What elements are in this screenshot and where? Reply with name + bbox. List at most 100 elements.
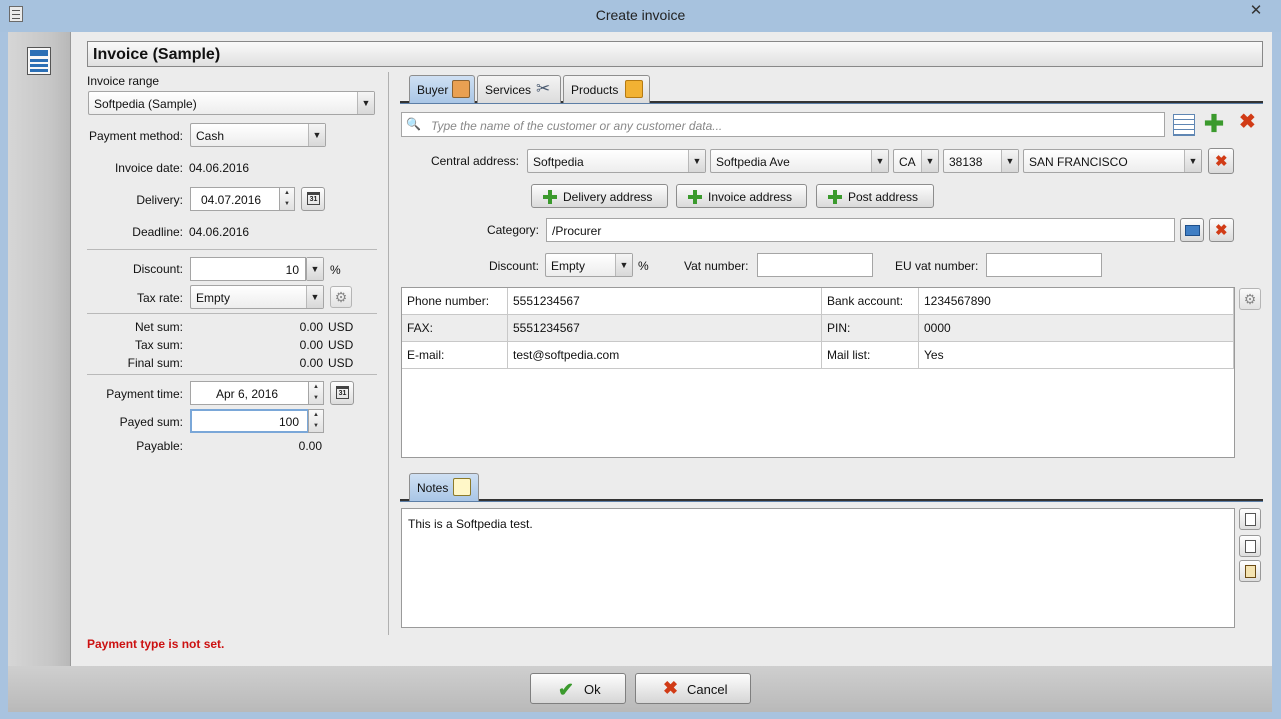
notes-tab-strip-line — [400, 499, 1263, 502]
gear-icon[interactable]: ⚙ — [1239, 288, 1261, 310]
delivery-date-spinner[interactable]: ▲ ▼ — [279, 187, 295, 211]
chevron-down-icon: ▼ — [308, 124, 325, 146]
invoice-address-button[interactable]: Invoice address — [676, 184, 807, 208]
tax-sum-value: 0.00 — [299, 338, 323, 352]
tab-products-label: Products — [571, 83, 619, 97]
buyer-discount-label: Discount: — [488, 259, 539, 273]
payment-calendar-button[interactable]: 31 — [330, 381, 354, 405]
category-label: Category: — [486, 223, 539, 237]
payable-value: 0.00 — [298, 439, 322, 453]
cancel-label: Cancel — [687, 682, 728, 697]
invoice-range-select[interactable]: Softpedia (Sample) ▼ — [88, 91, 375, 115]
payed-sum-spinner[interactable]: ▲ ▼ — [308, 409, 324, 433]
tab-notes[interactable]: Notes — [409, 473, 479, 501]
clear-category-button[interactable]: ✖ — [1209, 218, 1234, 242]
discount-dropdown[interactable]: ▼ — [306, 257, 324, 281]
cancel-x-icon: ✖ — [663, 678, 679, 698]
payment-method-label: Payment method: — [88, 129, 183, 143]
payed-sum-value: 100 — [278, 415, 299, 429]
gear-icon[interactable]: ⚙ — [330, 286, 352, 308]
payed-sum-field[interactable]: 100 — [190, 409, 309, 433]
check-icon: ✔ — [558, 680, 574, 701]
invoice-date-label: Invoice date: — [114, 161, 183, 175]
delivery-calendar-button[interactable]: 31 — [301, 187, 325, 211]
discount-field[interactable]: 10 — [190, 257, 306, 281]
post-address-label: Post address — [848, 190, 919, 204]
panel-divider — [388, 72, 389, 635]
notes-textarea[interactable]: This is a Softpedia test. — [401, 508, 1235, 628]
document-icon[interactable] — [1239, 508, 1261, 530]
buyer-discount-value: Empty — [551, 259, 586, 273]
table-cell-key: Mail list: — [822, 342, 919, 369]
zip-select[interactable]: 38138 ▼ — [943, 149, 1019, 173]
table-cell-key: Phone number: — [402, 288, 508, 315]
tab-buyer[interactable]: Buyer — [409, 75, 475, 103]
tab-services[interactable]: Services ✂ — [477, 75, 561, 103]
post-address-button[interactable]: Post address — [816, 184, 934, 208]
table-cell-key: E-mail: — [402, 342, 508, 369]
customer-list-icon[interactable] — [1173, 114, 1195, 136]
city-select[interactable]: SAN FRANCISCO ▼ — [1023, 149, 1202, 173]
divider — [87, 249, 377, 250]
payment-time-value: Apr 6, 2016 — [216, 387, 279, 401]
state-select[interactable]: CA ▼ — [893, 149, 939, 173]
net-sum-label: Net sum: — [134, 320, 183, 334]
table-cell-value: 1234567890 — [919, 288, 1234, 315]
folder-icon — [1185, 225, 1200, 236]
delivery-date-field[interactable]: 04.07.2016 — [190, 187, 280, 211]
payable-label: Payable: — [136, 439, 183, 453]
chevron-down-icon: ▼ — [921, 150, 938, 172]
vat-number-field[interactable] — [757, 253, 873, 277]
remove-customer-icon[interactable]: ✖ — [1239, 112, 1256, 132]
customer-search-input[interactable]: 🔍 Type the name of the customer or any c… — [401, 112, 1165, 137]
copy-icon[interactable] — [1239, 535, 1261, 557]
address-name-select[interactable]: Softpedia ▼ — [527, 149, 706, 173]
ok-button[interactable]: ✔ Ok — [530, 673, 626, 704]
table-cell-value: test@softpedia.com — [508, 342, 822, 369]
plus-icon — [828, 190, 842, 204]
chevron-down-icon: ▼ — [615, 254, 632, 276]
table-cell-value: 5551234567 — [508, 288, 822, 315]
discount-label: Discount: — [132, 262, 183, 276]
delivery-date-value: 04.07.2016 — [201, 193, 262, 207]
category-field[interactable]: /Procurer — [546, 218, 1175, 242]
browse-category-button[interactable] — [1180, 218, 1204, 242]
invoice-date-value: 04.06.2016 — [189, 161, 250, 175]
net-sum-currency: USD — [328, 320, 354, 334]
search-icon: 🔍 — [406, 117, 421, 131]
payment-method-select[interactable]: Cash ▼ — [190, 123, 326, 147]
street-value: Softpedia Ave — [716, 155, 790, 169]
tax-rate-select[interactable]: Empty ▼ — [190, 285, 324, 309]
net-sum-value: 0.00 — [299, 320, 323, 334]
plus-icon — [688, 190, 702, 204]
zip-value: 38138 — [949, 155, 983, 169]
tax-rate-value: Empty — [196, 291, 231, 305]
clipboard-icon[interactable] — [1239, 560, 1261, 582]
state-value: CA — [899, 155, 916, 169]
delivery-address-button[interactable]: Delivery address — [531, 184, 668, 208]
notes-text: This is a Softpedia test. — [408, 517, 533, 531]
payment-time-spinner[interactable]: ▲ ▼ — [308, 381, 324, 405]
table-cell-value: Yes — [919, 342, 1234, 369]
chevron-down-icon: ▼ — [306, 286, 323, 308]
vat-number-label: Vat number: — [684, 259, 749, 273]
cancel-button[interactable]: ✖ Cancel — [635, 673, 751, 704]
chevron-down-icon: ▼ — [871, 150, 888, 172]
eu-vat-number-field[interactable] — [986, 253, 1102, 277]
city-value: SAN FRANCISCO — [1029, 155, 1128, 169]
street-select[interactable]: Softpedia Ave ▼ — [710, 149, 889, 173]
close-icon[interactable]: ✕ — [1240, 1, 1272, 21]
close-icon: ✖ — [1215, 222, 1228, 239]
payment-time-label: Payment time: — [106, 387, 183, 401]
tax-rate-label: Tax rate: — [136, 291, 183, 305]
clear-address-button[interactable]: ✖ — [1208, 148, 1234, 174]
tab-products[interactable]: Products — [563, 75, 650, 103]
add-customer-icon[interactable] — [1204, 113, 1224, 133]
window-title: Create invoice — [595, 7, 686, 23]
calendar-icon: 31 — [307, 192, 320, 205]
deadline-label: Deadline: — [132, 225, 183, 239]
deadline-value: 04.06.2016 — [189, 225, 250, 239]
payment-time-field[interactable]: Apr 6, 2016 — [190, 381, 309, 405]
tab-services-label: Services — [485, 83, 532, 97]
buyer-discount-select[interactable]: Empty ▼ — [545, 253, 633, 277]
